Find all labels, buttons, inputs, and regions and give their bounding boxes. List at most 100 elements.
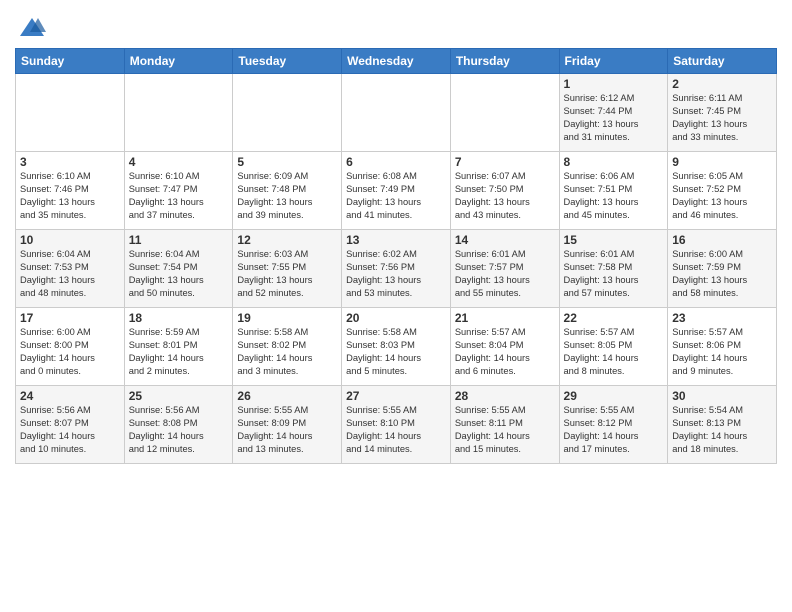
calendar-cell: 7Sunrise: 6:07 AM Sunset: 7:50 PM Daylig… — [450, 152, 559, 230]
calendar-cell: 18Sunrise: 5:59 AM Sunset: 8:01 PM Dayli… — [124, 308, 233, 386]
day-info: Sunrise: 6:03 AM Sunset: 7:55 PM Dayligh… — [237, 248, 337, 300]
calendar-cell: 21Sunrise: 5:57 AM Sunset: 8:04 PM Dayli… — [450, 308, 559, 386]
calendar-cell: 16Sunrise: 6:00 AM Sunset: 7:59 PM Dayli… — [668, 230, 777, 308]
day-info: Sunrise: 6:08 AM Sunset: 7:49 PM Dayligh… — [346, 170, 446, 222]
calendar-cell: 1Sunrise: 6:12 AM Sunset: 7:44 PM Daylig… — [559, 74, 668, 152]
weekday-header-friday: Friday — [559, 49, 668, 74]
calendar-cell: 11Sunrise: 6:04 AM Sunset: 7:54 PM Dayli… — [124, 230, 233, 308]
calendar-cell: 29Sunrise: 5:55 AM Sunset: 8:12 PM Dayli… — [559, 386, 668, 464]
day-info: Sunrise: 5:57 AM Sunset: 8:06 PM Dayligh… — [672, 326, 772, 378]
day-number: 30 — [672, 389, 772, 403]
week-row-4: 24Sunrise: 5:56 AM Sunset: 8:07 PM Dayli… — [16, 386, 777, 464]
calendar-cell: 4Sunrise: 6:10 AM Sunset: 7:47 PM Daylig… — [124, 152, 233, 230]
calendar-cell: 14Sunrise: 6:01 AM Sunset: 7:57 PM Dayli… — [450, 230, 559, 308]
day-number: 16 — [672, 233, 772, 247]
day-number: 6 — [346, 155, 446, 169]
calendar-cell: 24Sunrise: 5:56 AM Sunset: 8:07 PM Dayli… — [16, 386, 125, 464]
day-number: 12 — [237, 233, 337, 247]
day-info: Sunrise: 5:56 AM Sunset: 8:08 PM Dayligh… — [129, 404, 229, 456]
day-number: 25 — [129, 389, 229, 403]
calendar-cell: 20Sunrise: 5:58 AM Sunset: 8:03 PM Dayli… — [342, 308, 451, 386]
day-number: 17 — [20, 311, 120, 325]
week-row-0: 1Sunrise: 6:12 AM Sunset: 7:44 PM Daylig… — [16, 74, 777, 152]
day-info: Sunrise: 5:59 AM Sunset: 8:01 PM Dayligh… — [129, 326, 229, 378]
calendar-cell: 22Sunrise: 5:57 AM Sunset: 8:05 PM Dayli… — [559, 308, 668, 386]
day-info: Sunrise: 5:55 AM Sunset: 8:09 PM Dayligh… — [237, 404, 337, 456]
day-number: 13 — [346, 233, 446, 247]
week-row-3: 17Sunrise: 6:00 AM Sunset: 8:00 PM Dayli… — [16, 308, 777, 386]
header — [15, 10, 777, 42]
calendar-cell — [124, 74, 233, 152]
day-info: Sunrise: 6:04 AM Sunset: 7:54 PM Dayligh… — [129, 248, 229, 300]
week-row-1: 3Sunrise: 6:10 AM Sunset: 7:46 PM Daylig… — [16, 152, 777, 230]
day-number: 1 — [564, 77, 664, 91]
calendar-cell: 9Sunrise: 6:05 AM Sunset: 7:52 PM Daylig… — [668, 152, 777, 230]
day-info: Sunrise: 6:10 AM Sunset: 7:47 PM Dayligh… — [129, 170, 229, 222]
day-info: Sunrise: 6:06 AM Sunset: 7:51 PM Dayligh… — [564, 170, 664, 222]
day-info: Sunrise: 5:54 AM Sunset: 8:13 PM Dayligh… — [672, 404, 772, 456]
weekday-header-monday: Monday — [124, 49, 233, 74]
day-info: Sunrise: 6:04 AM Sunset: 7:53 PM Dayligh… — [20, 248, 120, 300]
calendar-cell: 13Sunrise: 6:02 AM Sunset: 7:56 PM Dayli… — [342, 230, 451, 308]
calendar-cell: 26Sunrise: 5:55 AM Sunset: 8:09 PM Dayli… — [233, 386, 342, 464]
day-number: 29 — [564, 389, 664, 403]
day-info: Sunrise: 5:58 AM Sunset: 8:02 PM Dayligh… — [237, 326, 337, 378]
calendar-cell: 5Sunrise: 6:09 AM Sunset: 7:48 PM Daylig… — [233, 152, 342, 230]
day-info: Sunrise: 6:01 AM Sunset: 7:57 PM Dayligh… — [455, 248, 555, 300]
calendar-header: SundayMondayTuesdayWednesdayThursdayFrid… — [16, 49, 777, 74]
day-info: Sunrise: 6:02 AM Sunset: 7:56 PM Dayligh… — [346, 248, 446, 300]
day-number: 11 — [129, 233, 229, 247]
day-number: 23 — [672, 311, 772, 325]
day-info: Sunrise: 5:55 AM Sunset: 8:11 PM Dayligh… — [455, 404, 555, 456]
calendar-cell: 6Sunrise: 6:08 AM Sunset: 7:49 PM Daylig… — [342, 152, 451, 230]
day-number: 27 — [346, 389, 446, 403]
day-number: 28 — [455, 389, 555, 403]
logo — [15, 14, 46, 42]
calendar-table: SundayMondayTuesdayWednesdayThursdayFrid… — [15, 48, 777, 464]
day-info: Sunrise: 6:12 AM Sunset: 7:44 PM Dayligh… — [564, 92, 664, 144]
calendar-cell: 3Sunrise: 6:10 AM Sunset: 7:46 PM Daylig… — [16, 152, 125, 230]
calendar-body: 1Sunrise: 6:12 AM Sunset: 7:44 PM Daylig… — [16, 74, 777, 464]
calendar-cell: 25Sunrise: 5:56 AM Sunset: 8:08 PM Dayli… — [124, 386, 233, 464]
day-info: Sunrise: 5:56 AM Sunset: 8:07 PM Dayligh… — [20, 404, 120, 456]
day-number: 5 — [237, 155, 337, 169]
day-number: 10 — [20, 233, 120, 247]
day-number: 26 — [237, 389, 337, 403]
calendar-cell: 8Sunrise: 6:06 AM Sunset: 7:51 PM Daylig… — [559, 152, 668, 230]
calendar-cell — [16, 74, 125, 152]
weekday-row: SundayMondayTuesdayWednesdayThursdayFrid… — [16, 49, 777, 74]
calendar-cell: 30Sunrise: 5:54 AM Sunset: 8:13 PM Dayli… — [668, 386, 777, 464]
weekday-header-sunday: Sunday — [16, 49, 125, 74]
day-number: 24 — [20, 389, 120, 403]
calendar-cell: 17Sunrise: 6:00 AM Sunset: 8:00 PM Dayli… — [16, 308, 125, 386]
calendar-cell — [233, 74, 342, 152]
day-info: Sunrise: 5:58 AM Sunset: 8:03 PM Dayligh… — [346, 326, 446, 378]
day-number: 8 — [564, 155, 664, 169]
day-info: Sunrise: 5:57 AM Sunset: 8:04 PM Dayligh… — [455, 326, 555, 378]
day-number: 14 — [455, 233, 555, 247]
day-info: Sunrise: 6:07 AM Sunset: 7:50 PM Dayligh… — [455, 170, 555, 222]
calendar-cell: 15Sunrise: 6:01 AM Sunset: 7:58 PM Dayli… — [559, 230, 668, 308]
weekday-header-wednesday: Wednesday — [342, 49, 451, 74]
calendar-cell: 23Sunrise: 5:57 AM Sunset: 8:06 PM Dayli… — [668, 308, 777, 386]
day-info: Sunrise: 6:11 AM Sunset: 7:45 PM Dayligh… — [672, 92, 772, 144]
day-info: Sunrise: 6:01 AM Sunset: 7:58 PM Dayligh… — [564, 248, 664, 300]
day-number: 15 — [564, 233, 664, 247]
day-info: Sunrise: 6:10 AM Sunset: 7:46 PM Dayligh… — [20, 170, 120, 222]
week-row-2: 10Sunrise: 6:04 AM Sunset: 7:53 PM Dayli… — [16, 230, 777, 308]
calendar-cell — [342, 74, 451, 152]
calendar-cell: 12Sunrise: 6:03 AM Sunset: 7:55 PM Dayli… — [233, 230, 342, 308]
day-number: 18 — [129, 311, 229, 325]
weekday-header-tuesday: Tuesday — [233, 49, 342, 74]
day-number: 4 — [129, 155, 229, 169]
day-info: Sunrise: 5:55 AM Sunset: 8:12 PM Dayligh… — [564, 404, 664, 456]
calendar-cell: 10Sunrise: 6:04 AM Sunset: 7:53 PM Dayli… — [16, 230, 125, 308]
calendar-cell: 28Sunrise: 5:55 AM Sunset: 8:11 PM Dayli… — [450, 386, 559, 464]
day-number: 3 — [20, 155, 120, 169]
day-info: Sunrise: 5:55 AM Sunset: 8:10 PM Dayligh… — [346, 404, 446, 456]
day-number: 9 — [672, 155, 772, 169]
day-number: 20 — [346, 311, 446, 325]
day-number: 19 — [237, 311, 337, 325]
day-info: Sunrise: 6:09 AM Sunset: 7:48 PM Dayligh… — [237, 170, 337, 222]
logo-icon — [18, 14, 46, 42]
